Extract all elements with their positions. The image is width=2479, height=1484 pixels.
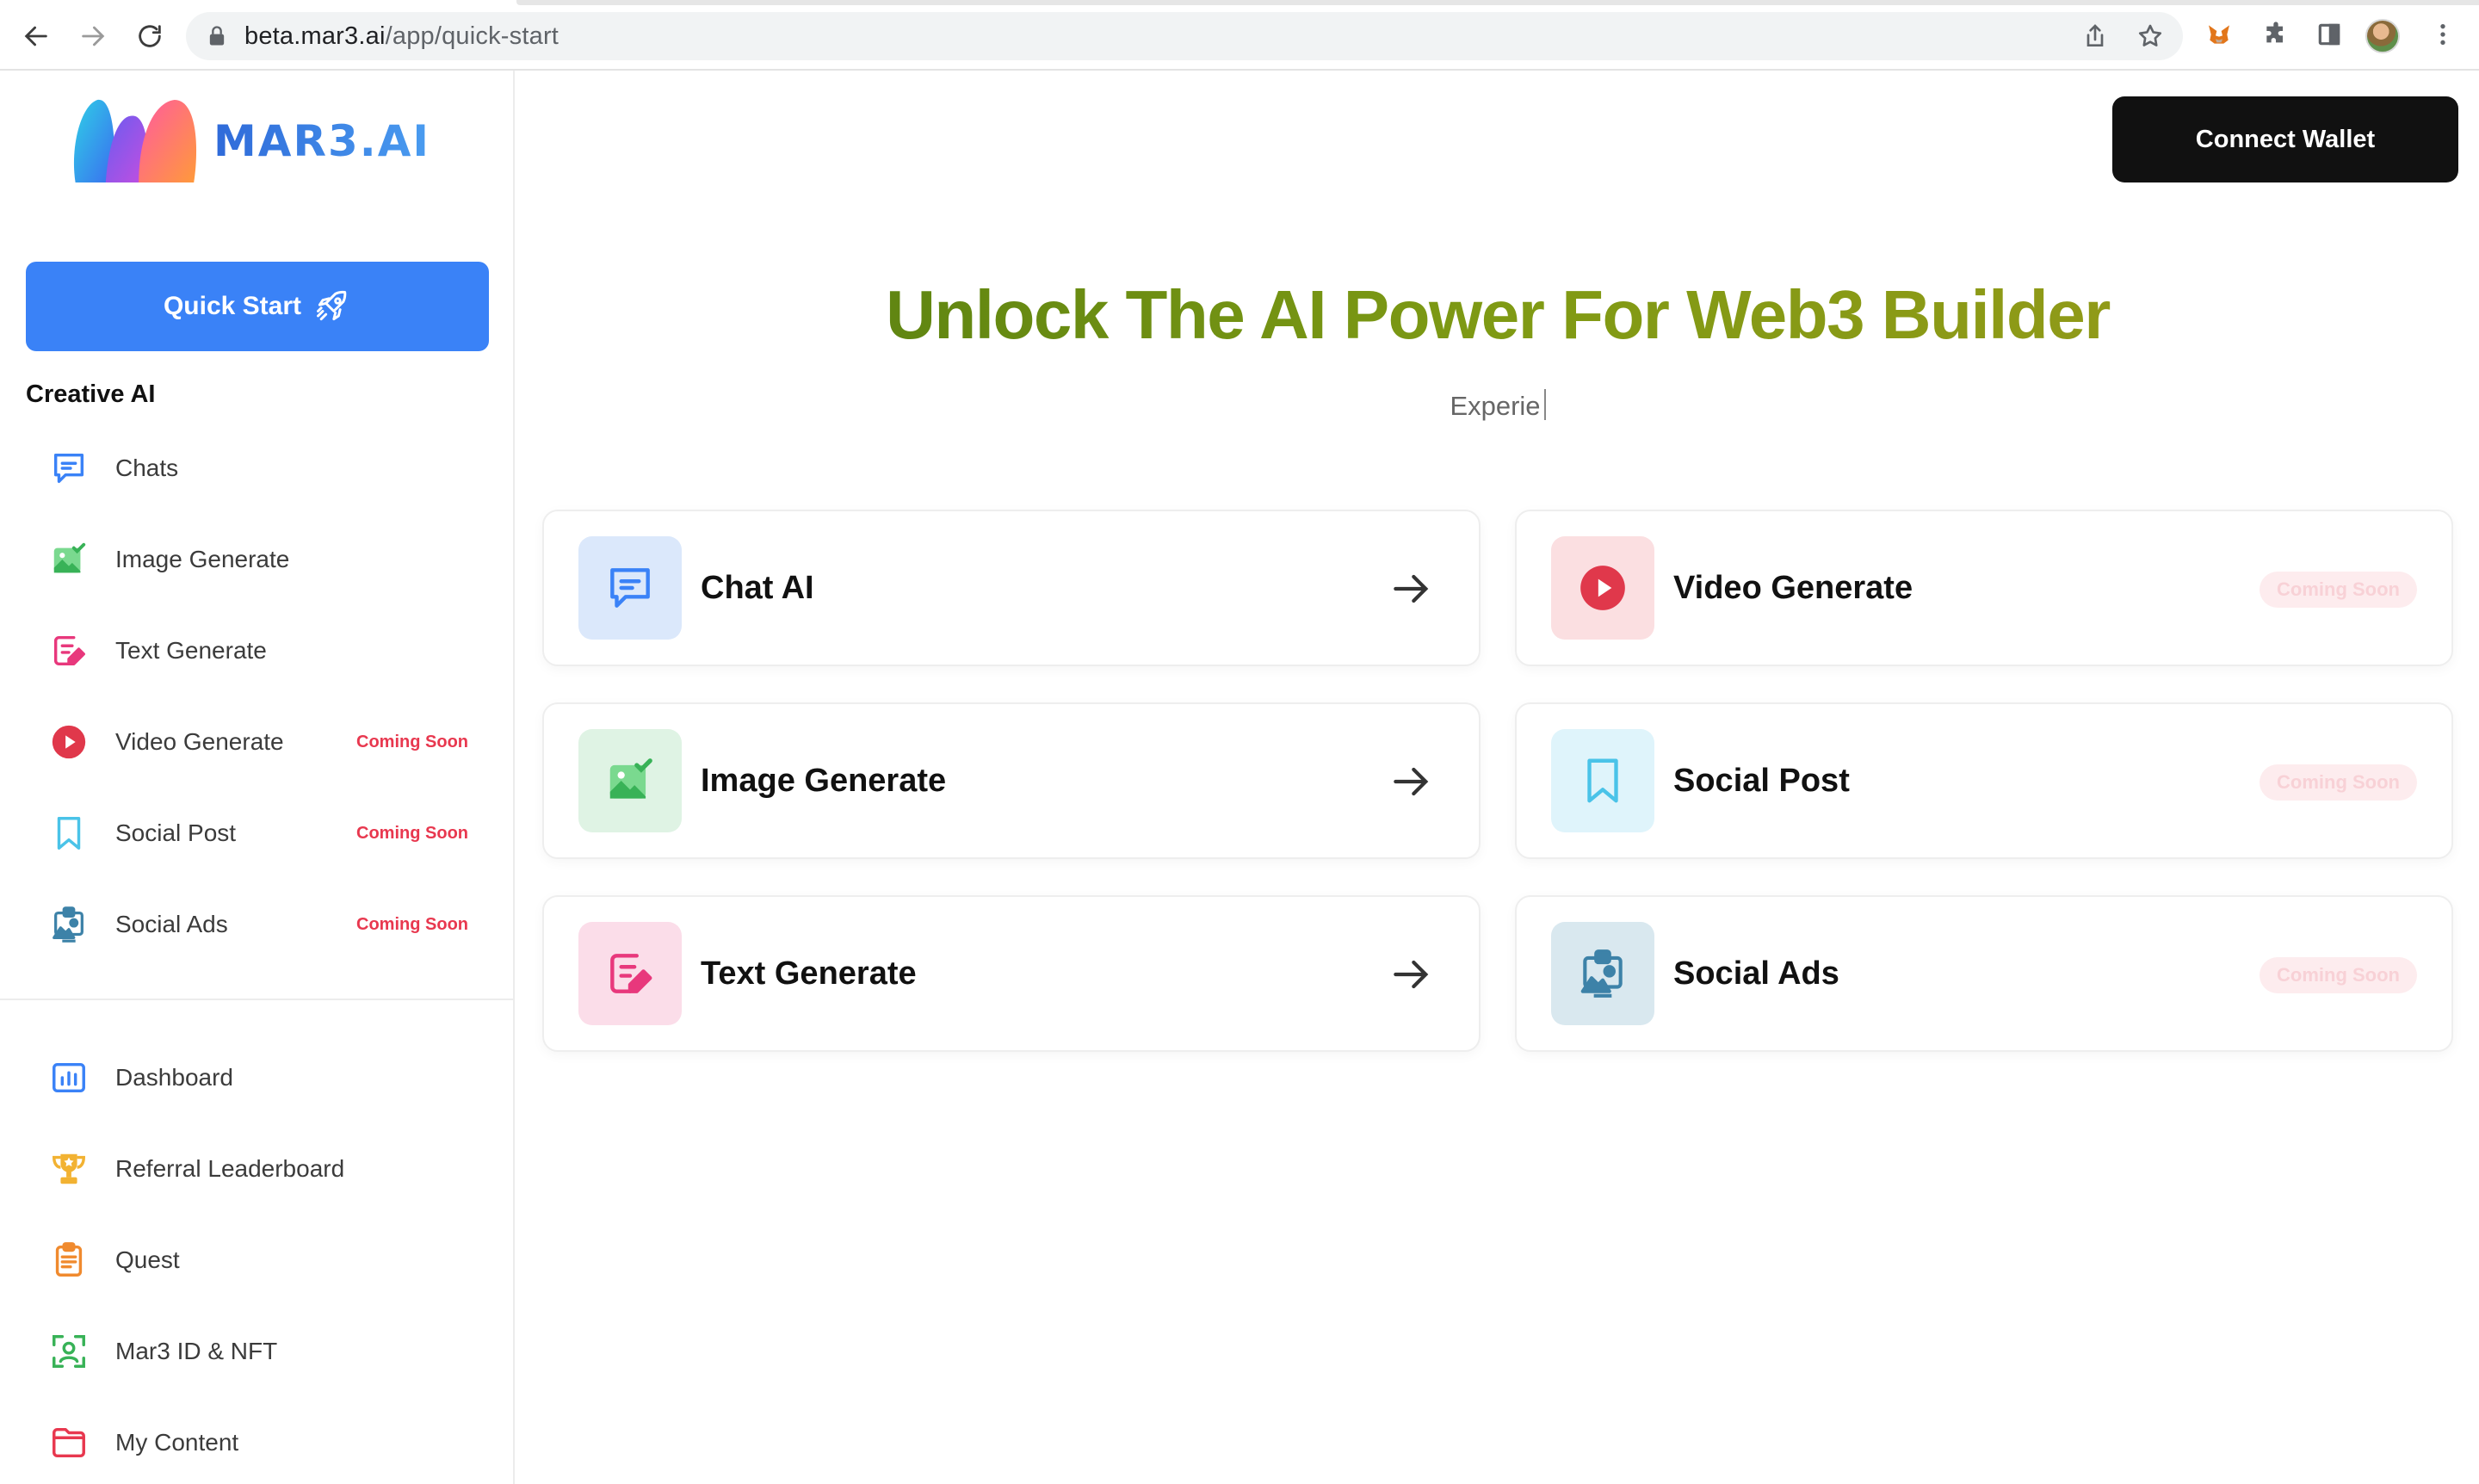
card-label: Video Generate — [1673, 569, 1913, 606]
metamask-extension-icon[interactable] — [2202, 17, 2236, 52]
chat-icon — [578, 536, 682, 640]
card-label: Chat AI — [701, 569, 814, 606]
coming-soon-badge: Coming Soon — [2260, 957, 2417, 993]
sidebar-item-label: Quest — [115, 1246, 180, 1273]
url-path: /app/quick-start — [385, 22, 559, 50]
card-text-generate[interactable]: Text Generate — [542, 895, 1481, 1052]
card-label: Social Post — [1673, 762, 1850, 799]
quick-start-button[interactable]: Quick Start — [26, 262, 489, 351]
face-scan-icon — [41, 1324, 96, 1379]
sidebar-item-image-generate[interactable]: Image Generate — [26, 525, 491, 594]
card-social-ads[interactable]: Social Ads Coming Soon — [1515, 895, 2453, 1052]
sidebar-item-label: My Content — [115, 1429, 239, 1456]
browser-menu-button[interactable] — [2426, 17, 2460, 52]
image-icon — [41, 532, 96, 587]
typing-caret — [1543, 389, 1546, 420]
card-social-post[interactable]: Social Post Coming Soon — [1515, 702, 2453, 859]
sidebar-item-my-content[interactable]: My Content — [26, 1408, 491, 1477]
extensions-button[interactable] — [2259, 17, 2293, 52]
coming-soon-badge: Coming Soon — [2260, 764, 2417, 801]
star-icon[interactable] — [2136, 22, 2164, 50]
card-label: Text Generate — [701, 955, 917, 992]
sidebar-item-social-post[interactable]: Social Post Coming Soon — [26, 799, 491, 868]
puzzle-icon — [2266, 22, 2283, 43]
page-load-bar — [516, 0, 2479, 5]
fox-icon — [2209, 25, 2229, 44]
sidebar-item-label: Mar3 ID & NFT — [115, 1338, 278, 1364]
mar3-logo-icon — [73, 99, 197, 182]
page-title: Unlock The AI Power For Web3 Builder — [516, 275, 2479, 355]
bookmark-icon — [1551, 729, 1654, 832]
rocket-icon — [317, 290, 347, 321]
subtitle-typing: Experie — [516, 389, 2479, 422]
sidebar-item-label: Image Generate — [115, 546, 290, 572]
sidebar-item-label: Chats — [115, 454, 179, 481]
ads-icon — [1551, 922, 1654, 1025]
sidebar-item-quest[interactable]: Quest — [26, 1226, 491, 1295]
brand-logo[interactable]: MAR3.AI — [67, 90, 454, 193]
url-host: beta.mar3.ai — [244, 22, 386, 50]
url-text: beta.mar3.ai/app/quick-start — [244, 22, 559, 51]
arrow-right-icon[interactable] — [1388, 565, 1436, 613]
arrow-left-icon — [24, 26, 47, 46]
sidebar-item-label: Social Ads — [115, 911, 228, 937]
card-label: Image Generate — [701, 762, 947, 799]
profile-avatar[interactable] — [2365, 19, 2400, 53]
connect-wallet-button[interactable]: Connect Wallet — [2112, 96, 2458, 182]
arrow-right-icon[interactable] — [1388, 757, 1436, 806]
sidebar-item-label: Social Post — [115, 819, 237, 846]
sidebar-divider — [0, 999, 513, 1000]
text-edit-icon — [41, 623, 96, 678]
arrow-right-icon[interactable] — [1388, 950, 1436, 999]
image-icon — [578, 729, 682, 832]
sidebar-item-text-generate[interactable]: Text Generate — [26, 616, 491, 685]
forward-button[interactable] — [72, 15, 114, 57]
subtitle-text: Experie — [1450, 391, 1541, 421]
quick-start-label: Quick Start — [163, 292, 302, 320]
folder-icon — [41, 1415, 96, 1470]
sidebar-item-label: Video Generate — [115, 728, 284, 755]
sidebar-item-social-ads[interactable]: Social Ads Coming Soon — [26, 890, 491, 959]
sidebar-item-video-generate[interactable]: Video Generate Coming Soon — [26, 708, 491, 776]
browser-toolbar: beta.mar3.ai/app/quick-start — [0, 0, 2479, 71]
sidebar-item-dashboard[interactable]: Dashboard — [26, 1043, 491, 1112]
sidebar-item-label: Text Generate — [115, 637, 267, 664]
side-panel-button[interactable] — [2312, 17, 2346, 52]
address-bar[interactable]: beta.mar3.ai/app/quick-start — [186, 12, 2183, 60]
play-icon — [1551, 536, 1654, 640]
coming-soon-badge: Coming Soon — [356, 914, 468, 934]
clipboard-icon — [41, 1233, 96, 1288]
sidebar-item-referral-leaderboard[interactable]: Referral Leaderboard — [26, 1135, 491, 1203]
chat-icon — [41, 441, 96, 496]
card-label: Social Ads — [1673, 955, 1839, 992]
arrow-right-icon — [82, 26, 105, 46]
logo-wordmark: MAR3.AI — [213, 116, 431, 166]
card-chat-ai[interactable]: Chat AI — [542, 510, 1481, 666]
sidebar-item-mar3-id-nft[interactable]: Mar3 ID & NFT — [26, 1317, 491, 1386]
trophy-icon — [41, 1141, 96, 1196]
coming-soon-badge: Coming Soon — [2260, 572, 2417, 608]
share-icon[interactable] — [2081, 22, 2109, 50]
chart-icon — [41, 1050, 96, 1105]
lock-icon — [209, 26, 225, 46]
card-video-generate[interactable]: Video Generate Coming Soon — [1515, 510, 2453, 666]
side-panel-icon — [2318, 23, 2340, 46]
bookmark-icon — [41, 806, 96, 861]
sidebar-item-label: Referral Leaderboard — [115, 1155, 345, 1182]
play-icon — [41, 714, 96, 770]
sidebar-item-label: Dashboard — [115, 1064, 233, 1091]
ads-icon — [41, 897, 96, 952]
sidebar-item-chats[interactable]: Chats — [26, 434, 491, 503]
text-edit-icon — [578, 922, 682, 1025]
section-title-creative-ai: Creative AI — [26, 380, 156, 408]
reload-button[interactable] — [129, 15, 170, 57]
coming-soon-badge: Coming Soon — [356, 732, 468, 751]
sidebar: MAR3.AI Quick Start Creative AI Chats Im… — [0, 71, 515, 1484]
more-vertical-icon — [2440, 24, 2445, 45]
reload-icon — [139, 25, 161, 47]
back-button[interactable] — [15, 15, 57, 57]
card-image-generate[interactable]: Image Generate — [542, 702, 1481, 859]
coming-soon-badge: Coming Soon — [356, 823, 468, 843]
